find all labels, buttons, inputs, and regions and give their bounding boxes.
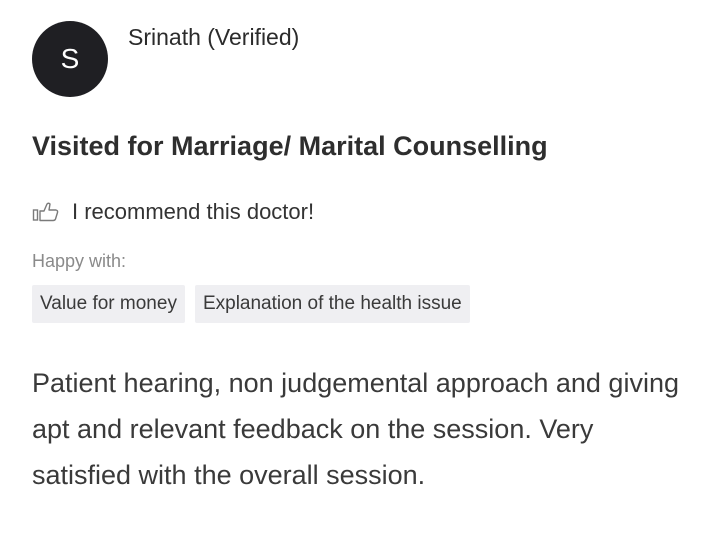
review-body: Patient hearing, non judgemental approac… [32, 368, 679, 490]
review-card: S Srinath (Verified) Visited for Marriag… [0, 0, 707, 537]
tag-value-for-money: Value for money [32, 285, 185, 323]
visit-reason-heading: Visited for Marriage/ Marital Counsellin… [32, 131, 548, 161]
avatar-initial: S [60, 43, 80, 74]
happy-with-label: Happy with: [32, 251, 127, 271]
thumbs-up-icon [32, 200, 64, 224]
avatar: S [32, 21, 108, 97]
tag-explanation-of-health-issue: Explanation of the health issue [194, 285, 470, 323]
happy-with-tags: Value for money Explanation of the healt… [32, 285, 470, 323]
recommendation: I recommend this doctor! [32, 199, 314, 225]
recommendation-text: I recommend this doctor! [72, 199, 315, 224]
reviewer-name: Srinath (Verified) [128, 24, 300, 50]
